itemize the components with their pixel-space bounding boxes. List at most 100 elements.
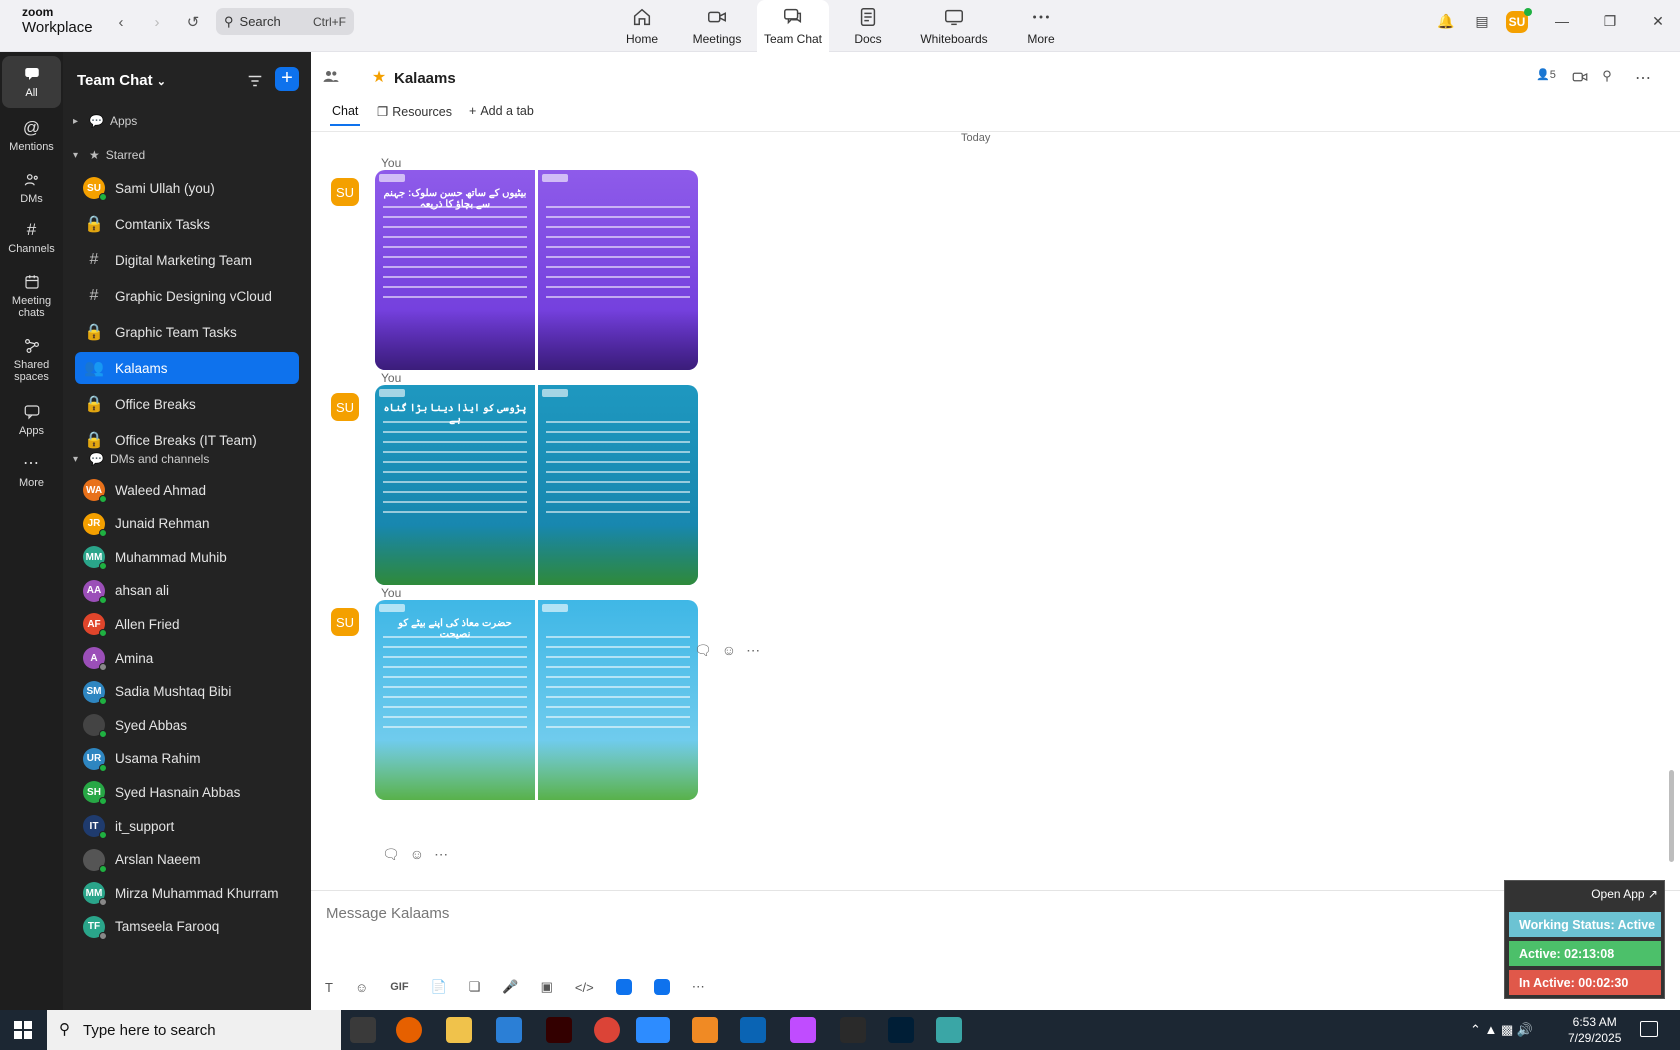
zoom-taskbar-icon[interactable] xyxy=(636,1017,670,1043)
sidebar-title[interactable]: Team Chat ⌄ xyxy=(77,72,166,89)
nav-more[interactable]: ⋯ More xyxy=(2,446,61,498)
nav-mentions[interactable]: @ Mentions xyxy=(2,110,61,162)
app-icon-1[interactable] xyxy=(615,979,632,995)
video-call-icon[interactable] xyxy=(1570,68,1590,88)
open-app-link[interactable]: Open App ↗ xyxy=(1591,887,1658,901)
reply-icon[interactable]: 🗨 xyxy=(694,642,712,659)
sidebar-item-dm[interactable]: Arslan Naeem xyxy=(75,844,299,876)
message-input[interactable]: Message Kalaams xyxy=(326,905,449,922)
sidebar-item-starred[interactable]: 🔒 Graphic Team Tasks xyxy=(75,316,299,348)
photoshop-icon[interactable] xyxy=(888,1017,914,1043)
screenshot-icon[interactable]: ❏ xyxy=(469,979,481,995)
sidebar-item-starred[interactable]: SU Sami Ullah (you) xyxy=(75,172,299,204)
task-view-icon[interactable] xyxy=(350,1017,376,1043)
chrome-icon[interactable] xyxy=(594,1017,620,1043)
tab-add[interactable]: + Add a tab xyxy=(469,104,534,118)
emoji-icon[interactable]: ☺ xyxy=(722,642,736,659)
image-attachment[interactable] xyxy=(538,385,698,585)
xampp-icon[interactable] xyxy=(692,1017,718,1043)
section-starred[interactable]: ▾ ★ Starred xyxy=(73,148,145,162)
sidebar-item-starred[interactable]: # Graphic Designing vCloud xyxy=(75,280,299,312)
nav-meeting-chats[interactable]: Meeting chats xyxy=(2,266,61,326)
sidebar-item-dm[interactable]: TF Tamseela Farooq xyxy=(75,911,299,943)
calendar-icon[interactable]: ▤ xyxy=(1472,13,1492,33)
sidebar-item-dm[interactable]: A Amina xyxy=(75,642,299,674)
add-button[interactable]: + xyxy=(275,67,299,91)
emoji-icon[interactable]: ☺ xyxy=(355,980,368,995)
text-format-icon[interactable]: T xyxy=(325,980,333,995)
sidebar-item-starred[interactable]: # Digital Marketing Team xyxy=(75,244,299,276)
sidebar-item-dm[interactable]: Syed Abbas xyxy=(75,709,299,741)
nav-dms[interactable]: DMs xyxy=(2,162,61,214)
sidebar-item-dm[interactable]: SM Sadia Mushtaq Bibi xyxy=(75,676,299,708)
search-icon[interactable]: ⚲ xyxy=(1597,68,1617,88)
avatar[interactable]: SU xyxy=(331,608,359,636)
forward-icon[interactable]: › xyxy=(146,12,168,34)
sidebar-item-dm[interactable]: JR Junaid Rehman xyxy=(75,508,299,540)
sidebar-item-starred[interactable]: 👥 Kalaams xyxy=(75,352,299,384)
sidebar-item-starred[interactable]: 🔒 Office Breaks xyxy=(75,388,299,420)
more-icon[interactable]: ⋯ xyxy=(1633,68,1653,88)
channel-title[interactable]: Kalaams xyxy=(394,70,456,87)
more-icon[interactable]: ⋯ xyxy=(692,979,705,995)
search-input[interactable]: ⚲ Search Ctrl+F xyxy=(216,8,354,35)
minimize-icon[interactable]: — xyxy=(1552,13,1572,33)
image-attachment[interactable]: پڑوسی کو ایذا دینا بڑا گناہ ہے xyxy=(375,385,535,585)
tab-team-chat[interactable]: Team Chat xyxy=(757,0,829,52)
sidebar-item-dm[interactable]: AA ahsan ali xyxy=(75,575,299,607)
vscode-icon[interactable] xyxy=(496,1017,522,1043)
scrollbar[interactable] xyxy=(1669,770,1674,862)
tab-whiteboards[interactable]: Whiteboards xyxy=(918,0,990,52)
sidebar-item-dm[interactable]: MM Mirza Muhammad Khurram xyxy=(75,877,299,909)
filter-icon[interactable] xyxy=(246,72,264,90)
outlook-icon[interactable] xyxy=(740,1017,766,1043)
image-attachment[interactable]: بیٹیوں کے ساتھ حسن سلوک: جہنم سے بچاؤ کا… xyxy=(375,170,535,370)
image-attachment[interactable] xyxy=(538,170,698,370)
file-explorer-icon[interactable] xyxy=(446,1017,472,1043)
tab-meetings[interactable]: Meetings xyxy=(690,0,744,52)
section-apps[interactable]: ▸ 💬 Apps xyxy=(73,114,137,128)
firefox-icon[interactable] xyxy=(396,1017,422,1043)
tab-resources[interactable]: ❐ Resources xyxy=(377,104,452,120)
creative-cloud-icon[interactable] xyxy=(790,1017,816,1043)
image-attachment[interactable]: حضرت معاذ کی اپنے بیٹے کو نصیحت xyxy=(375,600,535,800)
tab-more[interactable]: More xyxy=(1024,0,1058,52)
sidebar-item-dm[interactable]: WA Waleed Ahmad xyxy=(75,474,299,506)
app-tray-icon[interactable] xyxy=(936,1017,962,1043)
reply-icon[interactable]: 🗨 xyxy=(382,846,400,863)
taskbar-search[interactable]: ⚲ Type here to search xyxy=(47,1010,341,1050)
history-icon[interactable]: ↺ xyxy=(182,12,204,34)
image-attachment[interactable] xyxy=(538,600,698,800)
gif-button[interactable]: GIF xyxy=(390,981,408,993)
nav-all[interactable]: All xyxy=(2,56,61,108)
more-icon[interactable]: ⋯ xyxy=(434,846,448,863)
sidebar-item-dm[interactable]: AF Allen Fried xyxy=(75,608,299,640)
nav-channels[interactable]: # Channels xyxy=(2,212,61,264)
app-icon-2[interactable] xyxy=(653,979,670,995)
tab-chat[interactable]: Chat xyxy=(329,104,361,126)
mic-icon[interactable]: 🎤 xyxy=(502,979,518,995)
illustrator-icon[interactable] xyxy=(546,1017,572,1043)
system-tray-icons[interactable]: ⌃ ▲ ▩ 🔊 xyxy=(1470,1022,1533,1038)
star-icon[interactable]: ★ xyxy=(369,67,389,87)
pen-tool-icon[interactable] xyxy=(840,1017,866,1043)
windows-start-icon[interactable] xyxy=(14,1021,32,1039)
taskbar-clock[interactable]: 6:53 AM 7/29/2025 xyxy=(1568,1014,1621,1046)
avatar[interactable]: SU xyxy=(331,393,359,421)
bell-icon[interactable]: 🔔 xyxy=(1436,13,1456,33)
sidebar-item-dm[interactable]: MM Muhammad Muhib xyxy=(75,541,299,573)
emoji-icon[interactable]: ☺ xyxy=(410,846,424,863)
back-icon[interactable]: ‹ xyxy=(110,12,132,34)
members-button[interactable]: 👤5 xyxy=(1529,68,1563,88)
tab-docs[interactable]: Docs xyxy=(848,0,888,52)
restore-icon[interactable]: ❐ xyxy=(1600,13,1620,33)
sidebar-item-dm[interactable]: IT it_support xyxy=(75,810,299,842)
tab-home[interactable]: Home xyxy=(618,0,666,52)
more-icon[interactable]: ⋯ xyxy=(746,642,760,659)
video-message-icon[interactable]: ▣ xyxy=(541,979,553,995)
sidebar-item-starred[interactable]: 🔒 Comtanix Tasks xyxy=(75,208,299,240)
avatar[interactable]: SU xyxy=(331,178,359,206)
nav-apps[interactable]: Apps xyxy=(2,394,61,446)
sidebar-item-dm[interactable]: SH Syed Hasnain Abbas xyxy=(75,776,299,808)
notification-icon[interactable] xyxy=(1640,1021,1658,1037)
